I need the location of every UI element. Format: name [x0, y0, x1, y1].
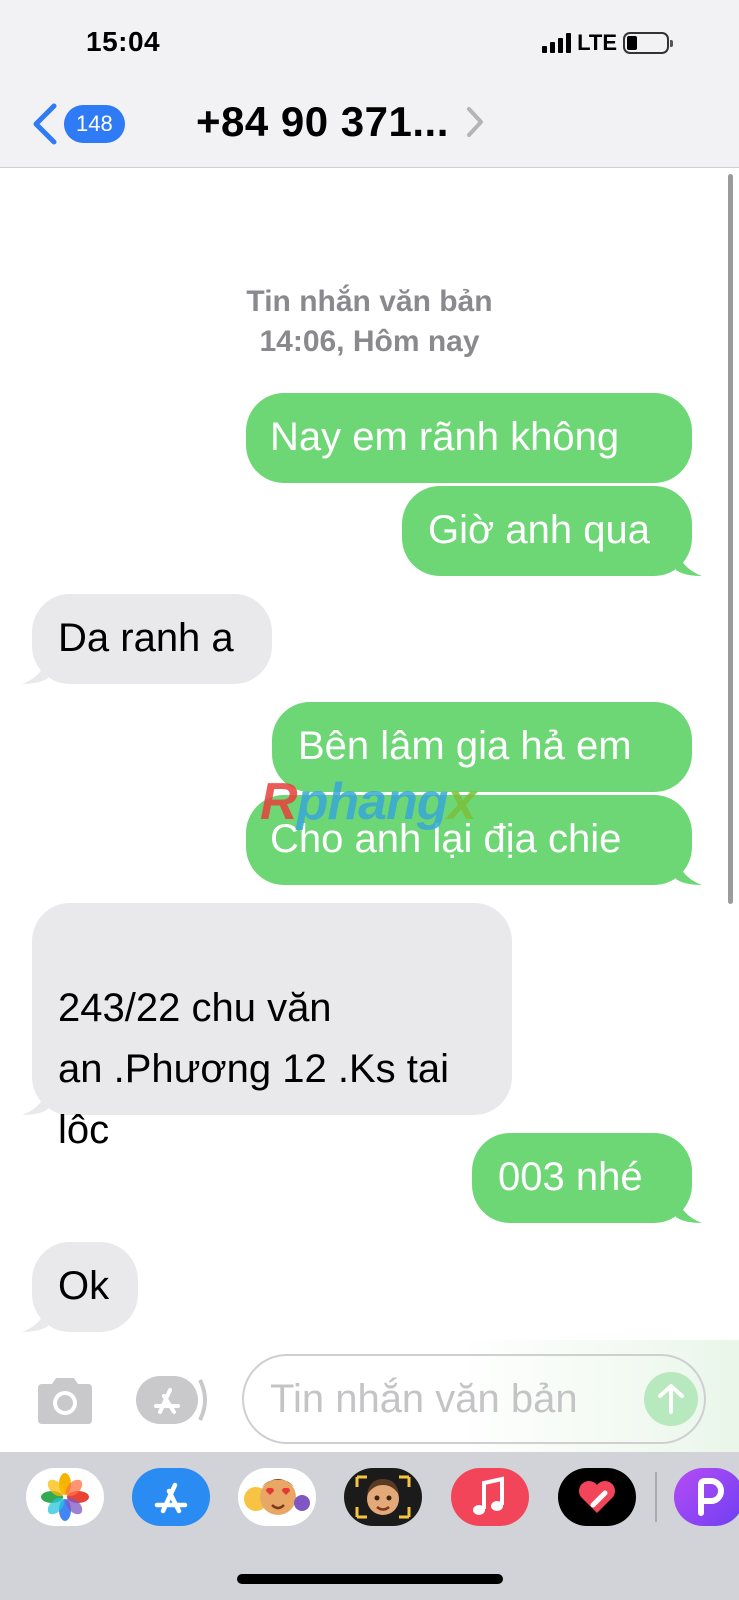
- bubble-tail-icon: [676, 546, 702, 576]
- back-button[interactable]: 148: [30, 102, 125, 146]
- compose-bar: [0, 1340, 739, 1452]
- contact-name: +84 90 371...: [196, 98, 449, 145]
- message-text: Ok: [58, 1264, 110, 1308]
- memoji-heart-eyes-icon: [244, 1479, 310, 1515]
- app-store-a-icon: [154, 1482, 188, 1514]
- watermark-part: x: [447, 773, 477, 831]
- music-note-icon: [473, 1476, 504, 1515]
- status-bar: 15:04 LTE: [0, 0, 739, 88]
- unread-count-badge: 148: [64, 105, 125, 143]
- status-indicators: LTE: [542, 30, 673, 56]
- app-store-icon: [136, 1376, 207, 1424]
- message-text: Nay em rãnh không: [270, 415, 620, 459]
- message-bubble-sent[interactable]: Nay em rãnh không: [246, 393, 692, 483]
- app-store-app-button[interactable]: [132, 1468, 210, 1526]
- digital-touch-button[interactable]: [558, 1468, 636, 1526]
- picsart-p-icon: [698, 1478, 724, 1516]
- status-time: 15:04: [86, 26, 161, 57]
- message-date-label: 14:06, Hôm nay: [259, 325, 480, 358]
- thread-timestamp: Tin nhắn văn bản 14:06, Hôm nay: [0, 282, 739, 362]
- message-bubble-received[interactable]: Da ranh a: [22, 594, 272, 684]
- message-text: 003 nhé: [498, 1155, 643, 1199]
- drawer-divider: [655, 1472, 657, 1522]
- app-store-button[interactable]: [136, 1376, 212, 1424]
- photos-icon: [41, 1473, 89, 1521]
- bubble-tail-icon: [676, 1193, 702, 1223]
- contact-title[interactable]: +84 90 371...: [196, 98, 485, 146]
- picsart-app-button[interactable]: [674, 1468, 739, 1526]
- message-text: Giờ anh qua: [428, 508, 650, 552]
- watermark-part: phang: [296, 773, 449, 831]
- heart-touch-icon: [579, 1481, 615, 1513]
- message-bubble-received[interactable]: Ok: [22, 1242, 138, 1332]
- watermark-logo: Rphangx: [260, 772, 477, 832]
- send-button[interactable]: [644, 1372, 698, 1426]
- cellular-signal-icon: [542, 33, 572, 53]
- message-text: 243/22 chu văn an .Phương 12 .Ks tai lôc: [58, 986, 450, 1152]
- bubble-tail-icon: [22, 1085, 48, 1115]
- bubble-tail-icon: [22, 1302, 48, 1332]
- memoji-stickers-button[interactable]: [238, 1468, 316, 1526]
- chevron-left-icon: [33, 103, 57, 145]
- music-app-button[interactable]: [451, 1468, 529, 1526]
- message-text: Da ranh a: [58, 616, 234, 660]
- animoji-button[interactable]: [344, 1468, 422, 1526]
- home-indicator[interactable]: [237, 1574, 503, 1584]
- message-input[interactable]: [242, 1354, 706, 1444]
- bubble-tail-icon: [22, 654, 48, 684]
- battery-icon: [623, 32, 673, 54]
- message-bubble-sent[interactable]: Giờ anh qua: [402, 486, 702, 576]
- network-type: LTE: [577, 30, 617, 55]
- animoji-face-icon: [355, 1475, 411, 1519]
- watermark-part: R: [260, 773, 298, 831]
- photos-app-button[interactable]: [26, 1468, 104, 1526]
- camera-icon: [38, 1378, 92, 1424]
- arrow-up-icon: [658, 1384, 684, 1414]
- conversation-header: 148 +84 90 371...: [0, 88, 739, 168]
- message-text: Bên lâm gia hả em: [298, 724, 632, 768]
- chevron-right-icon: [466, 107, 483, 137]
- message-bubble-sent[interactable]: 003 nhé: [472, 1133, 702, 1223]
- message-bubble-received[interactable]: 243/22 chu văn an .Phương 12 .Ks tai lôc: [22, 903, 512, 1152]
- camera-button[interactable]: [34, 1376, 96, 1426]
- bubble-tail-icon: [676, 855, 702, 885]
- message-type-label: Tin nhắn văn bản: [246, 285, 493, 318]
